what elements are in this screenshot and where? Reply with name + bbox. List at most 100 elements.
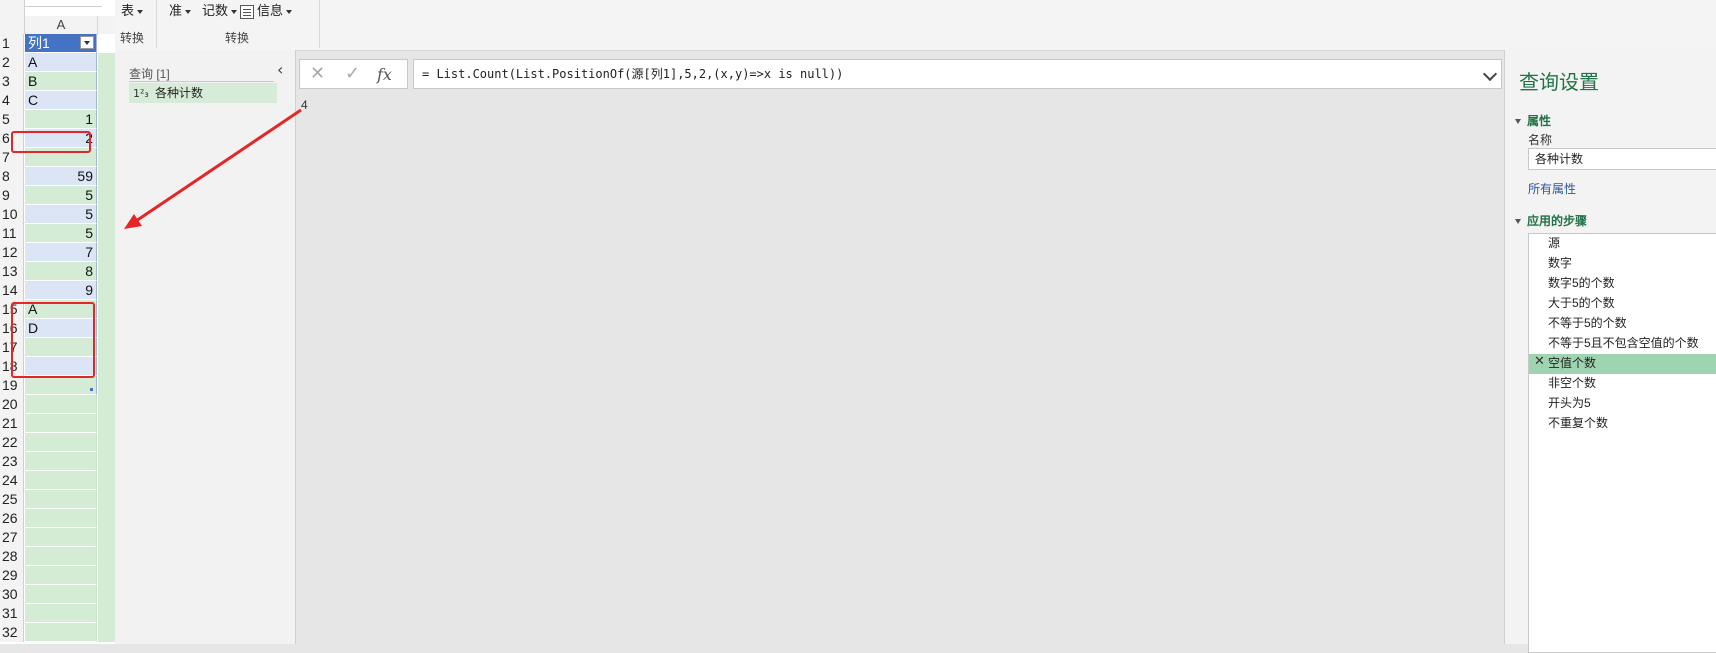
select-all-corner[interactable] <box>0 0 25 34</box>
table-cell[interactable]: 8 <box>25 262 97 281</box>
row-number[interactable]: 3 <box>0 72 24 91</box>
row-number[interactable]: 23 <box>0 452 24 471</box>
table-cell[interactable] <box>25 471 97 490</box>
row-number[interactable]: 11 <box>0 224 24 243</box>
count-menu-button[interactable]: 记数 <box>202 2 238 20</box>
applied-step[interactable]: 不等于5且不包含空值的个数 <box>1529 334 1716 354</box>
cell-column-b[interactable] <box>98 110 115 129</box>
table-cell[interactable]: B <box>25 72 97 91</box>
row-number[interactable]: 9 <box>0 186 24 205</box>
cell-column-b[interactable] <box>98 509 115 528</box>
table-header-cell[interactable]: 列1 <box>25 34 97 53</box>
applied-step[interactable]: 不等于5的个数 <box>1529 314 1716 334</box>
table-cell[interactable]: 5 <box>25 224 97 243</box>
row-number[interactable]: 21 <box>0 414 24 433</box>
applied-step[interactable]: 不重复个数 <box>1529 414 1716 434</box>
cell-column-b[interactable] <box>98 243 115 262</box>
query-item[interactable]: 1²₃ 各种计数 <box>129 83 277 103</box>
table-resize-handle[interactable] <box>90 388 93 391</box>
table-menu-button[interactable]: 表 <box>121 2 144 20</box>
cell-column-b[interactable] <box>98 129 115 148</box>
row-number[interactable]: 28 <box>0 547 24 566</box>
cell-column-b[interactable] <box>98 34 115 53</box>
row-number[interactable]: 10 <box>0 205 24 224</box>
row-number[interactable]: 13 <box>0 262 24 281</box>
cell-column-b[interactable] <box>98 395 115 414</box>
table-cell[interactable] <box>25 414 97 433</box>
table-cell[interactable] <box>25 357 97 376</box>
table-cell[interactable]: 59 <box>25 167 97 186</box>
row-number[interactable]: 27 <box>0 528 24 547</box>
table-cell[interactable] <box>25 452 97 471</box>
row-number[interactable]: 6 <box>0 129 24 148</box>
table-cell[interactable] <box>25 148 97 167</box>
delete-step-icon[interactable]: ✕ <box>1534 354 1545 369</box>
collapse-pane-icon[interactable]: ‹ <box>277 60 283 79</box>
row-number[interactable]: 25 <box>0 490 24 509</box>
table-cell[interactable] <box>25 604 97 623</box>
cell-column-b[interactable] <box>98 490 115 509</box>
row-number[interactable]: 32 <box>0 623 24 642</box>
table-cell[interactable]: 7 <box>25 243 97 262</box>
cell-column-b[interactable] <box>98 205 115 224</box>
column-header-b[interactable] <box>98 16 115 35</box>
cell-column-b[interactable] <box>98 167 115 186</box>
formula-input[interactable]: = List.Count(List.PositionOf(源[列1],5,2,(… <box>413 59 1502 89</box>
info-menu-button[interactable]: 信息 <box>240 2 293 20</box>
row-number[interactable]: 17 <box>0 338 24 357</box>
table-cell[interactable]: A <box>25 300 97 319</box>
row-number[interactable]: 24 <box>0 471 24 490</box>
column-header-a[interactable]: A <box>25 16 98 35</box>
table-cell[interactable] <box>25 528 97 547</box>
cell-column-b[interactable] <box>98 338 115 357</box>
cell-column-b[interactable] <box>98 471 115 490</box>
cell-column-b[interactable] <box>98 300 115 319</box>
table-cell[interactable] <box>25 433 97 452</box>
row-number[interactable]: 15 <box>0 300 24 319</box>
table-cell[interactable]: 5 <box>25 186 97 205</box>
table-cell[interactable]: 5 <box>25 205 97 224</box>
cell-column-b[interactable] <box>98 547 115 566</box>
table-cell[interactable] <box>25 547 97 566</box>
cancel-icon[interactable]: ✕ <box>310 63 325 84</box>
cell-column-b[interactable] <box>98 91 115 110</box>
table-cell[interactable]: 2 <box>25 129 97 148</box>
table-cell[interactable] <box>25 376 97 395</box>
applied-steps-section[interactable]: 应用的步骤 <box>1515 212 1587 229</box>
cell-column-b[interactable] <box>98 148 115 167</box>
table-cell[interactable] <box>25 623 97 642</box>
row-number[interactable]: 20 <box>0 395 24 414</box>
cell-column-b[interactable] <box>98 53 115 72</box>
row-number[interactable]: 29 <box>0 566 24 585</box>
row-number[interactable]: 31 <box>0 604 24 623</box>
applied-step[interactable]: 数字5的个数 <box>1529 274 1716 294</box>
query-name-field[interactable]: 各种计数 <box>1528 148 1716 170</box>
cell-column-b[interactable] <box>98 376 115 395</box>
row-number[interactable]: 2 <box>0 53 24 72</box>
applied-step[interactable]: 数字 <box>1529 254 1716 274</box>
applied-step[interactable]: 开头为5 <box>1529 394 1716 414</box>
cell-column-b[interactable] <box>98 281 115 300</box>
row-number[interactable]: 16 <box>0 319 24 338</box>
applied-step[interactable]: 非空个数 <box>1529 374 1716 394</box>
cell-column-b[interactable] <box>98 585 115 604</box>
table-cell[interactable]: 1 <box>25 110 97 129</box>
row-number[interactable]: 18 <box>0 357 24 376</box>
cell-column-b[interactable] <box>98 224 115 243</box>
row-number[interactable]: 22 <box>0 433 24 452</box>
table-cell[interactable]: D <box>25 319 97 338</box>
table-cell[interactable] <box>25 338 97 357</box>
table-cell[interactable] <box>25 585 97 604</box>
cell-column-b[interactable] <box>98 623 115 642</box>
cell-column-b[interactable] <box>98 72 115 91</box>
row-number[interactable]: 26 <box>0 509 24 528</box>
table-cell[interactable] <box>25 509 97 528</box>
applied-step[interactable]: ✕ 空值个数 <box>1529 354 1716 374</box>
cell-column-b[interactable] <box>98 262 115 281</box>
table-cell[interactable]: 9 <box>25 281 97 300</box>
row-number[interactable]: 5 <box>0 110 24 129</box>
fx-icon[interactable]: fx <box>377 65 392 84</box>
cell-column-b[interactable] <box>98 452 115 471</box>
chevron-down-icon[interactable] <box>1482 66 1498 82</box>
cell-column-b[interactable] <box>98 433 115 452</box>
